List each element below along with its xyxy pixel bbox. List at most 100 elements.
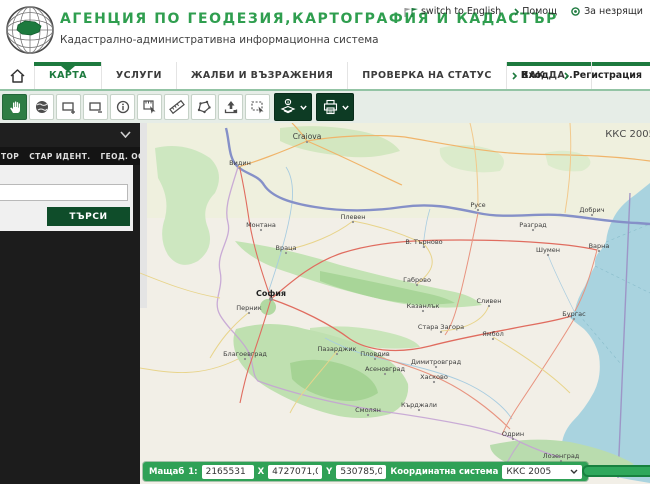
map-statusbar: Мащаб 1: X Y Координатна система ККС 200… [143, 462, 588, 481]
agency-logo-icon [5, 5, 55, 55]
selection-rect-cursor-icon [250, 99, 266, 115]
map-city-label: Смолян [355, 406, 381, 414]
map-city-dot [285, 252, 287, 254]
map-city-dot [239, 167, 241, 169]
identifier-search-input[interactable] [0, 184, 128, 201]
info-icon [115, 99, 131, 115]
map-city-label: Одрин [502, 430, 524, 438]
globe-icon [34, 99, 50, 115]
info-tool-button[interactable] [110, 94, 135, 120]
map-city-dot [440, 331, 442, 333]
scale-label: Мащаб [149, 467, 184, 477]
map-city-dot [598, 250, 600, 252]
map-city-label: Бургас [562, 310, 586, 318]
ruler-cursor-icon [142, 99, 158, 115]
map-city-dot [248, 312, 250, 314]
polygon-icon [196, 99, 212, 115]
map-city-label: Враца [276, 244, 297, 252]
tab-karta[interactable]: КАРТА [34, 62, 101, 89]
login-link[interactable]: Вход [512, 70, 549, 81]
map-city-dot [416, 284, 418, 286]
map-city-label: Шумен [536, 246, 560, 254]
layers-dropdown-button[interactable] [274, 93, 312, 121]
measure-position-button[interactable] [137, 94, 162, 120]
switch-language-link[interactable]: switch to English [403, 6, 501, 17]
search-panel-header [0, 123, 140, 147]
home-button[interactable] [0, 62, 34, 89]
zoom-out-box-button[interactable] [83, 94, 108, 120]
map-city-dot [306, 141, 308, 143]
tab-proverka-status[interactable]: ПРОВЕРКА НА СТАТУС [347, 62, 506, 89]
map-city-dot [492, 338, 494, 340]
map-city-label: Сливен [477, 297, 502, 305]
map-city-dot [547, 254, 549, 256]
select-region-button[interactable] [245, 94, 270, 120]
map-city-label: Монтана [246, 221, 276, 229]
eye-icon [570, 7, 581, 16]
printer-icon [322, 99, 339, 115]
tab-uslugi[interactable]: УСЛУГИ [101, 62, 176, 89]
chevron-right-icon [514, 8, 519, 16]
map-city-label: Габрово [403, 276, 431, 284]
search-form: ТЪРСИ [0, 165, 133, 231]
chevron-down-icon[interactable] [120, 131, 131, 138]
map-city-label: София [256, 289, 286, 298]
map-city-dot [532, 229, 534, 231]
map-city-dot [573, 318, 575, 320]
zoom-in-rect-icon [61, 99, 77, 115]
map-city-dot [367, 414, 369, 416]
map-city-dot [433, 381, 435, 383]
main-navigation: КАРТА УСЛУГИ ЖАЛБИ И ВЪЗРАЖЕНИЯ ПРОВЕРКА… [0, 62, 650, 89]
register-link[interactable]: Регистрация [564, 70, 642, 81]
accessibility-link[interactable]: За незрящи [570, 6, 643, 17]
map-city-dot [352, 221, 354, 223]
chevron-down-icon [342, 105, 349, 110]
layers-info-icon [279, 98, 297, 116]
search-panel-tabs: ТОР СТАР ИДЕНТ. ГЕОД. ОСНОВА [0, 147, 140, 165]
auth-links: Вход Регистрация [512, 62, 642, 89]
globe-tool-button[interactable] [29, 94, 54, 120]
map-city-dot [422, 310, 424, 312]
map-city-label: Хасково [420, 373, 448, 381]
tab-geod-osnova[interactable]: ГЕОД. ОСНОВА [100, 152, 140, 161]
tab-identifikator[interactable]: ТОР [1, 152, 19, 161]
map-city-label: Видин [229, 159, 251, 167]
map-city-label: Перник [236, 304, 261, 312]
map-city-dot [591, 214, 593, 216]
map-toolbar [0, 89, 650, 123]
scale-input[interactable] [202, 465, 254, 479]
pan-tool-button[interactable] [2, 94, 27, 120]
map-city-label: Кърджали [401, 401, 437, 409]
ruler-icon [169, 99, 185, 115]
map-city-label: Димитровград [411, 358, 462, 366]
map-city-dot [488, 305, 490, 307]
map-city-label: Лозенград [543, 452, 580, 460]
measure-distance-button[interactable] [164, 94, 189, 120]
chevron-right-icon [564, 72, 569, 80]
map-viewport[interactable]: CraiovaВидинМонтанаВрацаПлевенРусеРазгра… [140, 123, 650, 484]
hand-icon [7, 99, 23, 115]
scale-prefix: 1: [188, 467, 197, 477]
search-panel: ТОР СТАР ИДЕНТ. ГЕОД. ОСНОВА ТЪРСИ [0, 123, 140, 484]
upload-button[interactable] [218, 94, 243, 120]
search-button[interactable]: ТЪРСИ [47, 207, 130, 226]
tab-zhalbi[interactable]: ЖАЛБИ И ВЪЗРАЖЕНИЯ [176, 62, 347, 89]
map-city-label: Пловдив [360, 350, 390, 358]
map-city-dot [512, 438, 514, 440]
map-city-label: Варна [589, 242, 610, 250]
map-city-label: Пазарджик [318, 345, 357, 353]
y-coordinate-input[interactable] [336, 465, 386, 479]
map-city-label: Русе [470, 201, 485, 209]
tab-star-ident[interactable]: СТАР ИДЕНТ. [29, 152, 90, 161]
help-link[interactable]: Помощ [514, 6, 557, 17]
chevron-right-icon [512, 72, 517, 80]
print-dropdown-button[interactable] [316, 93, 354, 121]
header: АГЕНЦИЯ ПО ГЕОДЕЗИЯ,КАРТОГРАФИЯ И КАДАСТ… [0, 0, 650, 62]
crs-select[interactable]: ККС 2005 [502, 465, 582, 479]
crs-watermark: ККС 2005 [605, 129, 650, 140]
x-coordinate-input[interactable] [268, 465, 322, 479]
measure-area-button[interactable] [191, 94, 216, 120]
map-city-label: Казанлък [407, 302, 440, 310]
zoom-in-box-button[interactable] [56, 94, 81, 120]
map-city-dot [435, 366, 437, 368]
